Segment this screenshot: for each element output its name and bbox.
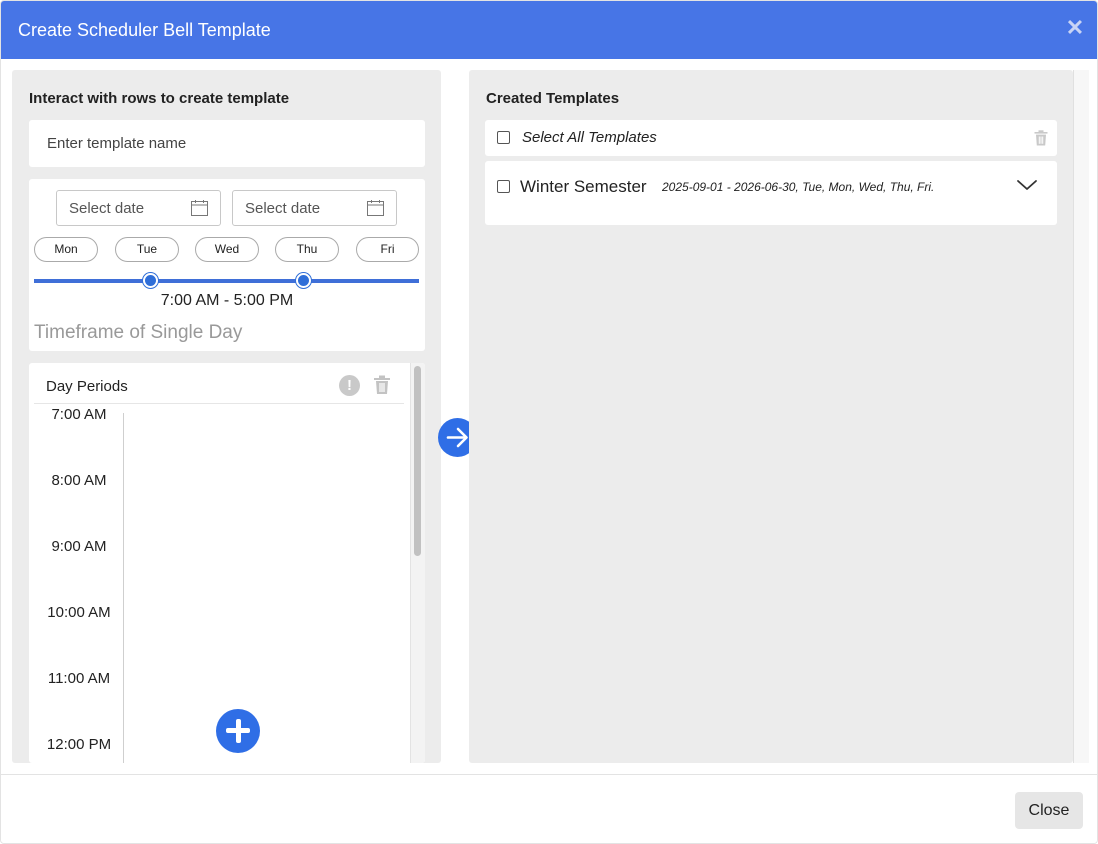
time-range-slider[interactable] <box>34 279 419 283</box>
modal-footer <box>1 774 1097 843</box>
created-templates-heading: Created Templates <box>486 90 620 107</box>
close-icon[interactable]: ✕ <box>1065 17 1085 39</box>
timeframe-label: Timeframe of Single Day <box>34 322 243 343</box>
add-period-button[interactable] <box>216 709 260 753</box>
periods-scrollbar-thumb[interactable] <box>414 366 421 556</box>
slider-end-handle[interactable] <box>296 273 311 288</box>
template-builder-panel: Interact with rows to create template Se… <box>12 70 441 763</box>
day-toggle-thu[interactable]: Thu <box>275 237 339 262</box>
day-toggle-mon[interactable]: Mon <box>34 237 98 262</box>
start-date-field[interactable]: Select date <box>56 190 221 226</box>
day-toggle-wed[interactable]: Wed <box>195 237 259 262</box>
end-date-field[interactable]: Select date <box>232 190 397 226</box>
calendar-icon <box>367 200 384 216</box>
slider-start-handle[interactable] <box>143 273 158 288</box>
calendar-icon <box>191 200 208 216</box>
info-icon[interactable]: ! <box>339 375 360 396</box>
time-label: 12:00 PM <box>46 736 112 753</box>
time-label: 8:00 AM <box>51 472 107 489</box>
time-range-text: 7:00 AM - 5:00 PM <box>160 292 294 309</box>
close-button[interactable]: Close <box>1015 792 1083 829</box>
end-date-placeholder: Select date <box>245 200 321 217</box>
template-name-input[interactable] <box>29 120 425 167</box>
builder-heading: Interact with rows to create template <box>29 90 290 107</box>
schedule-settings-card: Select date Select date Mon Tue Wed Thu … <box>29 179 425 351</box>
select-all-row: Select All Templates <box>485 120 1057 156</box>
template-row[interactable]: Winter Semester 2025-09-01 - 2026-06-30,… <box>485 161 1057 225</box>
select-all-label: Select All Templates <box>522 129 657 146</box>
template-details: 2025-09-01 - 2026-06-30, Tue, Mon, Wed, … <box>662 180 935 194</box>
day-toggle-fri[interactable]: Fri <box>356 237 419 262</box>
time-label: 11:00 AM <box>47 670 111 687</box>
created-templates-panel: Created Templates Select All Templates W… <box>469 70 1073 763</box>
create-template-modal: Create Scheduler Bell Template ✕ Interac… <box>0 0 1098 844</box>
right-panel-scrollbar[interactable] <box>1073 70 1089 763</box>
day-periods-panel: Day Periods ! 7:00 AM 8:00 AM 9:00 AM 10… <box>29 363 425 763</box>
trash-icon[interactable] <box>1034 130 1048 146</box>
time-label: 10:00 AM <box>47 604 111 621</box>
template-name: Winter Semester <box>520 177 647 196</box>
day-toggle-tue[interactable]: Tue <box>115 237 179 262</box>
modal-title: Create Scheduler Bell Template <box>18 20 271 40</box>
time-label: 7:00 AM <box>51 406 107 423</box>
time-label: 9:00 AM <box>51 538 107 555</box>
trash-icon[interactable] <box>373 375 391 395</box>
start-date-placeholder: Select date <box>69 200 145 217</box>
modal-header: Create Scheduler Bell Template ✕ <box>1 1 1097 59</box>
periods-divider <box>34 403 404 404</box>
chevron-down-icon[interactable] <box>1016 178 1038 192</box>
template-checkbox[interactable] <box>497 180 510 193</box>
day-periods-title: Day Periods <box>46 378 128 395</box>
timeline-axis <box>123 413 124 763</box>
select-all-checkbox[interactable] <box>497 131 510 144</box>
